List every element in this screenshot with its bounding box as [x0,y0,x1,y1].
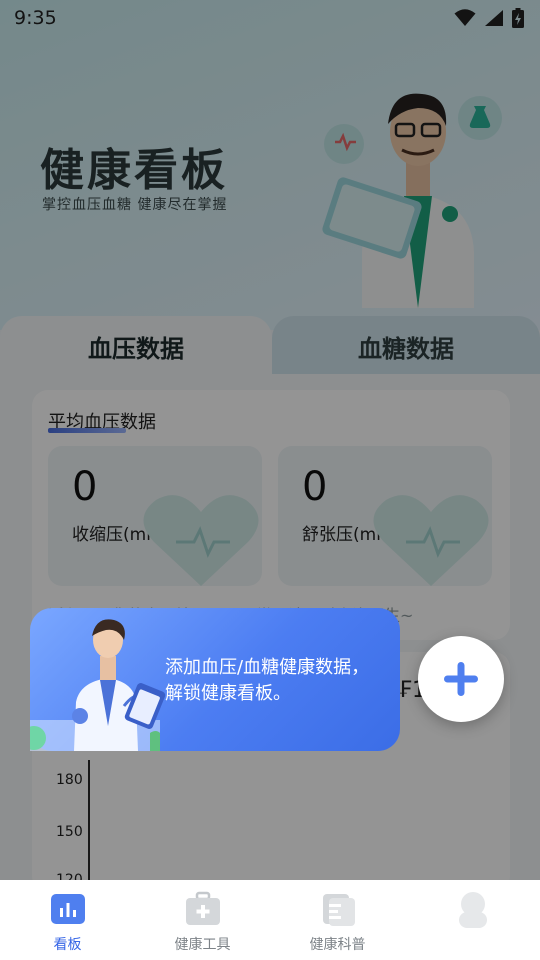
nav-label: 健康科普 [309,937,366,953]
nav-item-profile[interactable] [405,880,540,960]
medical-kit-icon [185,891,220,925]
document-icon [322,894,355,926]
nav-item-health-tools[interactable]: 健康工具 [135,880,270,960]
plus-icon [444,662,478,696]
nav-item-health-education[interactable]: 健康科普 [270,880,405,960]
profile-icon [458,892,487,928]
nav-label: 健康工具 [174,937,231,953]
bottom-navigation: 看板 健康工具 健康科普 [0,880,540,960]
nav-item-dashboard[interactable]: 看板 [0,880,135,960]
nav-label: 看板 [53,937,82,953]
dashboard-icon [50,894,85,924]
add-record-button[interactable] [418,636,504,722]
guide-message: 添加血压/血糖健康数据，解锁健康看板。 [165,657,370,704]
